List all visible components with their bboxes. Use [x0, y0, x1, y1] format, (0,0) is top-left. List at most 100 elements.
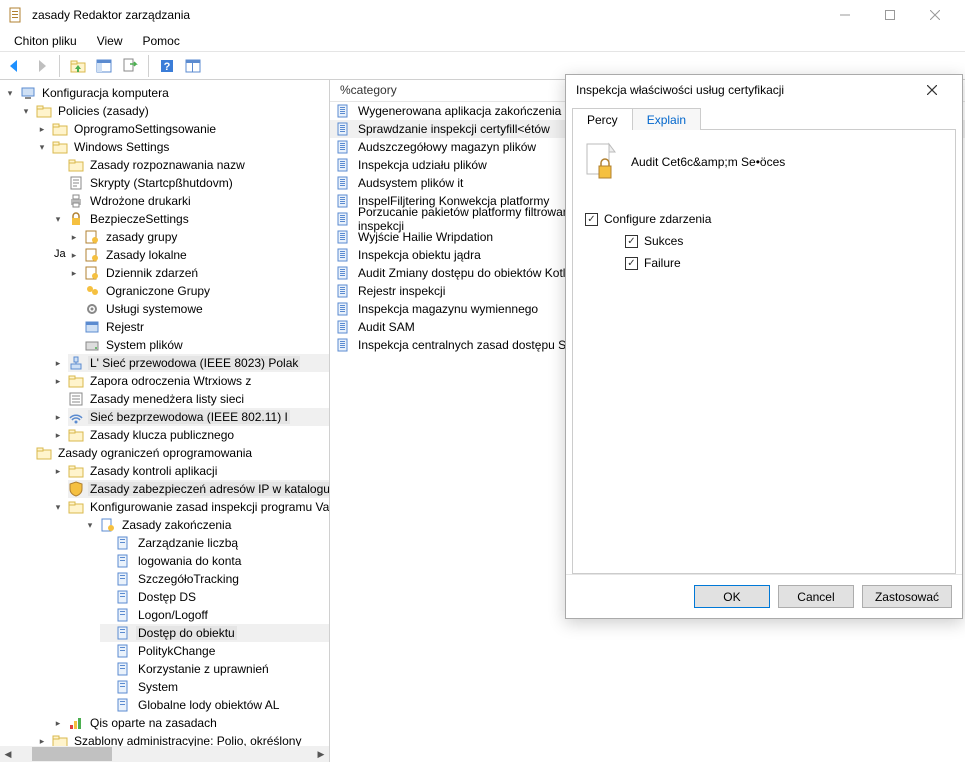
- expand-icon[interactable]: ▾: [84, 519, 96, 531]
- policy-item-icon: [336, 229, 352, 245]
- scroll-right-icon[interactable]: ▶: [313, 746, 329, 762]
- tree-software[interactable]: ▸Oprogramo​Settings​owanie: [36, 120, 329, 138]
- expand-icon[interactable]: ▸: [52, 357, 64, 369]
- configure-checkbox-row[interactable]: ✓ Configure zdarzenia: [585, 212, 943, 226]
- forward-button[interactable]: [30, 55, 52, 77]
- expand-icon[interactable]: ▸: [52, 465, 64, 477]
- tree-dsaccess[interactable]: Dostęp DS: [100, 588, 329, 606]
- wifi-icon: [68, 409, 84, 425]
- tree-admtemplates[interactable]: ▸Szablony administracyjne: Polio, okréśl…: [36, 732, 329, 746]
- list-item-name: Wygenerowana aplikacja zakończenia: [358, 104, 561, 118]
- expand-icon[interactable]: ▸: [36, 123, 48, 135]
- checkbox-checked-icon[interactable]: ✓: [625, 257, 638, 270]
- tree-policychange[interactable]: Polityk​Change: [100, 642, 329, 660]
- tree-acctmgmt[interactable]: Zarządzanie liczbą: [100, 534, 329, 552]
- tab-explain[interactable]: Explain: [632, 108, 701, 130]
- tree-registry[interactable]: Rejestr: [68, 318, 329, 336]
- tree-label: Dostęp do obiektu: [136, 626, 237, 640]
- expand-icon[interactable]: ▸: [36, 735, 48, 746]
- disk-icon: [84, 337, 100, 353]
- menu-file[interactable]: Chiton pliku: [4, 32, 87, 50]
- checkbox-checked-icon[interactable]: ✓: [625, 235, 638, 248]
- expand-icon[interactable]: ▸: [68, 249, 80, 261]
- tree-softrest[interactable]: ▸Zasady ograniczeń oprogramowania: [68, 444, 329, 462]
- tree-auditpol[interactable]: ▾Zasady zakończenia: [84, 516, 329, 534]
- policy-item-icon: [336, 121, 352, 137]
- dialog-tabs: Percy Explain: [566, 105, 962, 129]
- tree-eventlog[interactable]: ▸Dziennik zdarzeń: [68, 264, 329, 282]
- tree-label: Skrypty (Startcpßhutdovm): [88, 176, 235, 190]
- expand-icon[interactable]: ▾: [36, 141, 48, 153]
- tree-label: Logon/Logoff: [136, 608, 210, 622]
- folder-icon: [68, 463, 84, 479]
- showhide-button[interactable]: [93, 55, 115, 77]
- back-button[interactable]: [4, 55, 26, 77]
- filter-button[interactable]: [182, 55, 204, 77]
- tree-label: Ograniczone Grupy: [104, 284, 212, 298]
- cancel-button[interactable]: Cancel: [778, 585, 854, 608]
- tree-scripts[interactable]: Skrypty (Startcpßhutdovm): [52, 174, 329, 192]
- expand-icon[interactable]: ▸: [52, 717, 64, 729]
- menu-help[interactable]: Pomoc: [133, 32, 190, 50]
- dialog-titlebar[interactable]: Inspekcja właściwości usług certyfikacji: [566, 75, 962, 105]
- tree-label: Polityk​Change: [136, 644, 217, 658]
- tab-policy[interactable]: Percy: [572, 108, 633, 130]
- expand-icon[interactable]: ▸: [68, 231, 80, 243]
- close-button[interactable]: [912, 0, 957, 30]
- tree-filesystem[interactable]: System plików: [68, 336, 329, 354]
- expand-icon[interactable]: ▸: [52, 375, 64, 387]
- expand-icon[interactable]: ▸: [68, 267, 80, 279]
- tree-restricted[interactable]: Ograniczone Grupy: [68, 282, 329, 300]
- maximize-button[interactable]: [867, 0, 912, 30]
- checkbox-checked-icon[interactable]: ✓: [585, 213, 598, 226]
- tree-local[interactable]: ▸Zasady lokalne: [68, 246, 329, 264]
- tree-acctlogon[interactable]: logowania do konta: [100, 552, 329, 570]
- export-button[interactable]: [119, 55, 141, 77]
- expand-icon[interactable]: ▾: [4, 87, 16, 99]
- audit-cat-icon: [116, 697, 132, 713]
- help-button[interactable]: ?: [156, 55, 178, 77]
- tree-appctrl[interactable]: ▸Zasady kontroli aplikacji: [68, 462, 329, 480]
- tree-privuse[interactable]: Korzystanie z uprawnień: [100, 660, 329, 678]
- tree-netlist[interactable]: Zasady menedżera listy sieci: [68, 390, 329, 408]
- tree-logon[interactable]: Logon/Logoff: [100, 606, 329, 624]
- tree-wifi[interactable]: ▸Sieć bezprzewodowa (IEEE 802.11) I: [68, 408, 329, 426]
- tree-security[interactable]: ▾Bezpiecze​Settings: [52, 210, 329, 228]
- success-checkbox-row[interactable]: ✓ Sukces: [625, 234, 943, 248]
- tree-printers[interactable]: Wdrożone drukarki: [52, 192, 329, 210]
- scroll-thumb[interactable]: [32, 747, 112, 761]
- ok-button[interactable]: OK: [694, 585, 770, 608]
- expand-icon[interactable]: ▾: [52, 501, 64, 513]
- tree-hscroll[interactable]: ◀ ▶: [0, 746, 329, 762]
- expand-icon[interactable]: ▸: [52, 429, 64, 441]
- properties-dialog: Inspekcja właściwości usług certyfikacji…: [565, 74, 963, 619]
- tree-root[interactable]: ▾ Konfiguracja komputera: [4, 84, 329, 102]
- tree-firewall[interactable]: ▸Zapora odroczenia Wtrxiows z: [68, 372, 329, 390]
- tree-detailed[interactable]: Szczegóło​Tracking: [100, 570, 329, 588]
- minimize-button[interactable]: [822, 0, 867, 30]
- scroll-left-icon[interactable]: ◀: [0, 746, 16, 762]
- expand-icon[interactable]: ▾: [52, 213, 64, 225]
- tree-policyqos[interactable]: ▸Qis oparte na zasadach: [52, 714, 329, 732]
- tree-nameres[interactable]: Zasady rozpoznawania nazw: [52, 156, 329, 174]
- tree-system[interactable]: System: [100, 678, 329, 696]
- dialog-close-button[interactable]: [912, 75, 952, 105]
- tree-objaccess[interactable]: Dostęp do obiektu: [100, 624, 329, 642]
- expand-icon[interactable]: ▸: [52, 411, 64, 423]
- tree[interactable]: ▾ Konfiguracja komputera ▾ Policies (zas…: [0, 80, 329, 746]
- audit-icon: [100, 517, 116, 533]
- up-button[interactable]: [67, 55, 89, 77]
- tree-ipsec[interactable]: Zasady zabezpieczeń adresów IP w katalog…: [68, 480, 329, 498]
- tree-policies[interactable]: ▾ Policies (zasady): [20, 102, 329, 120]
- menu-view[interactable]: View: [87, 32, 133, 50]
- tree-pubkey[interactable]: ▸Zasady klucza publicznego: [68, 426, 329, 444]
- tree-account[interactable]: ▸zasady grupy: [68, 228, 329, 246]
- tree-winsettings[interactable]: ▾Windows Settings: [36, 138, 329, 156]
- tree-wired[interactable]: ▸L' Sieć przewodowa (IEEE 8023) Polak: [68, 354, 329, 372]
- expand-icon[interactable]: ▾: [20, 105, 32, 117]
- tree-global[interactable]: Globalne lody obiektów AL: [100, 696, 329, 714]
- tree-advaudit[interactable]: ▾Konfigurowanie zasad inspekcji programu…: [68, 498, 329, 516]
- tree-sysservices[interactable]: Usługi systemowe: [68, 300, 329, 318]
- failure-checkbox-row[interactable]: ✓ Failure: [625, 256, 943, 270]
- apply-button[interactable]: Zastosować: [862, 585, 952, 608]
